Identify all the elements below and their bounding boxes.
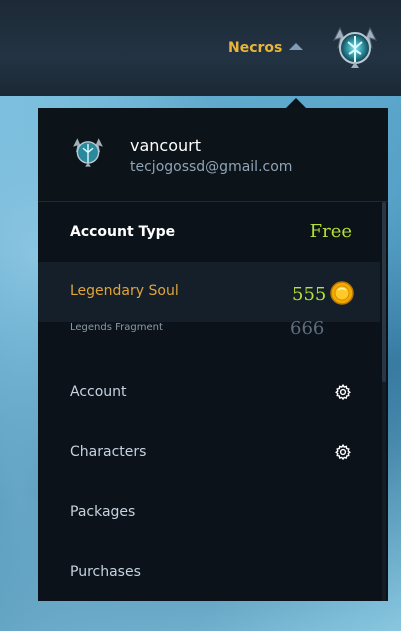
account-type-row: Account Type Free [38, 202, 380, 262]
menu-item-purchases-label: Purchases [70, 564, 141, 580]
gold-coin-icon [330, 281, 354, 305]
avatar-emblem-icon [73, 138, 103, 167]
menu-item-characters[interactable]: Characters [38, 422, 380, 482]
legendary-soul-value: 555 [292, 284, 327, 305]
account-type-label: Account Type [70, 224, 176, 240]
profile-header: vancourt tecjogossd@gmail.com [38, 108, 388, 202]
caret-up-icon[interactable] [289, 43, 303, 50]
top-bar: Necros [0, 0, 401, 96]
menu-item-purchases[interactable]: Purchases [38, 542, 380, 601]
legendary-soul-row: Legendary Soul 555 [38, 262, 380, 322]
legendary-soul-label: Legendary Soul [70, 283, 179, 299]
profile-email: tecjogossd@gmail.com [130, 159, 293, 175]
profile-name: vancourt [130, 136, 201, 155]
scrollbar[interactable] [382, 202, 386, 601]
menu-item-characters-label: Characters [70, 444, 147, 460]
emblem-icon[interactable] [332, 22, 378, 70]
gear-icon[interactable] [335, 444, 351, 460]
menu-item-packages-label: Packages [70, 504, 136, 520]
dropdown-pointer [286, 98, 306, 108]
username-dropdown-toggle[interactable]: Necros [228, 40, 282, 56]
menu-item-account[interactable]: Account [38, 362, 380, 422]
account-type-value: Free [309, 221, 352, 242]
gear-icon[interactable] [335, 384, 351, 400]
menu-item-packages[interactable]: Packages [38, 482, 380, 542]
scrollbar-thumb[interactable] [382, 202, 386, 382]
menu-item-account-label: Account [70, 384, 127, 400]
legends-fragment-value: 666 [290, 318, 325, 339]
account-dropdown-panel: vancourt tecjogossd@gmail.com Account Ty… [38, 108, 388, 601]
legends-fragment-label: Legends Fragment [70, 322, 163, 333]
